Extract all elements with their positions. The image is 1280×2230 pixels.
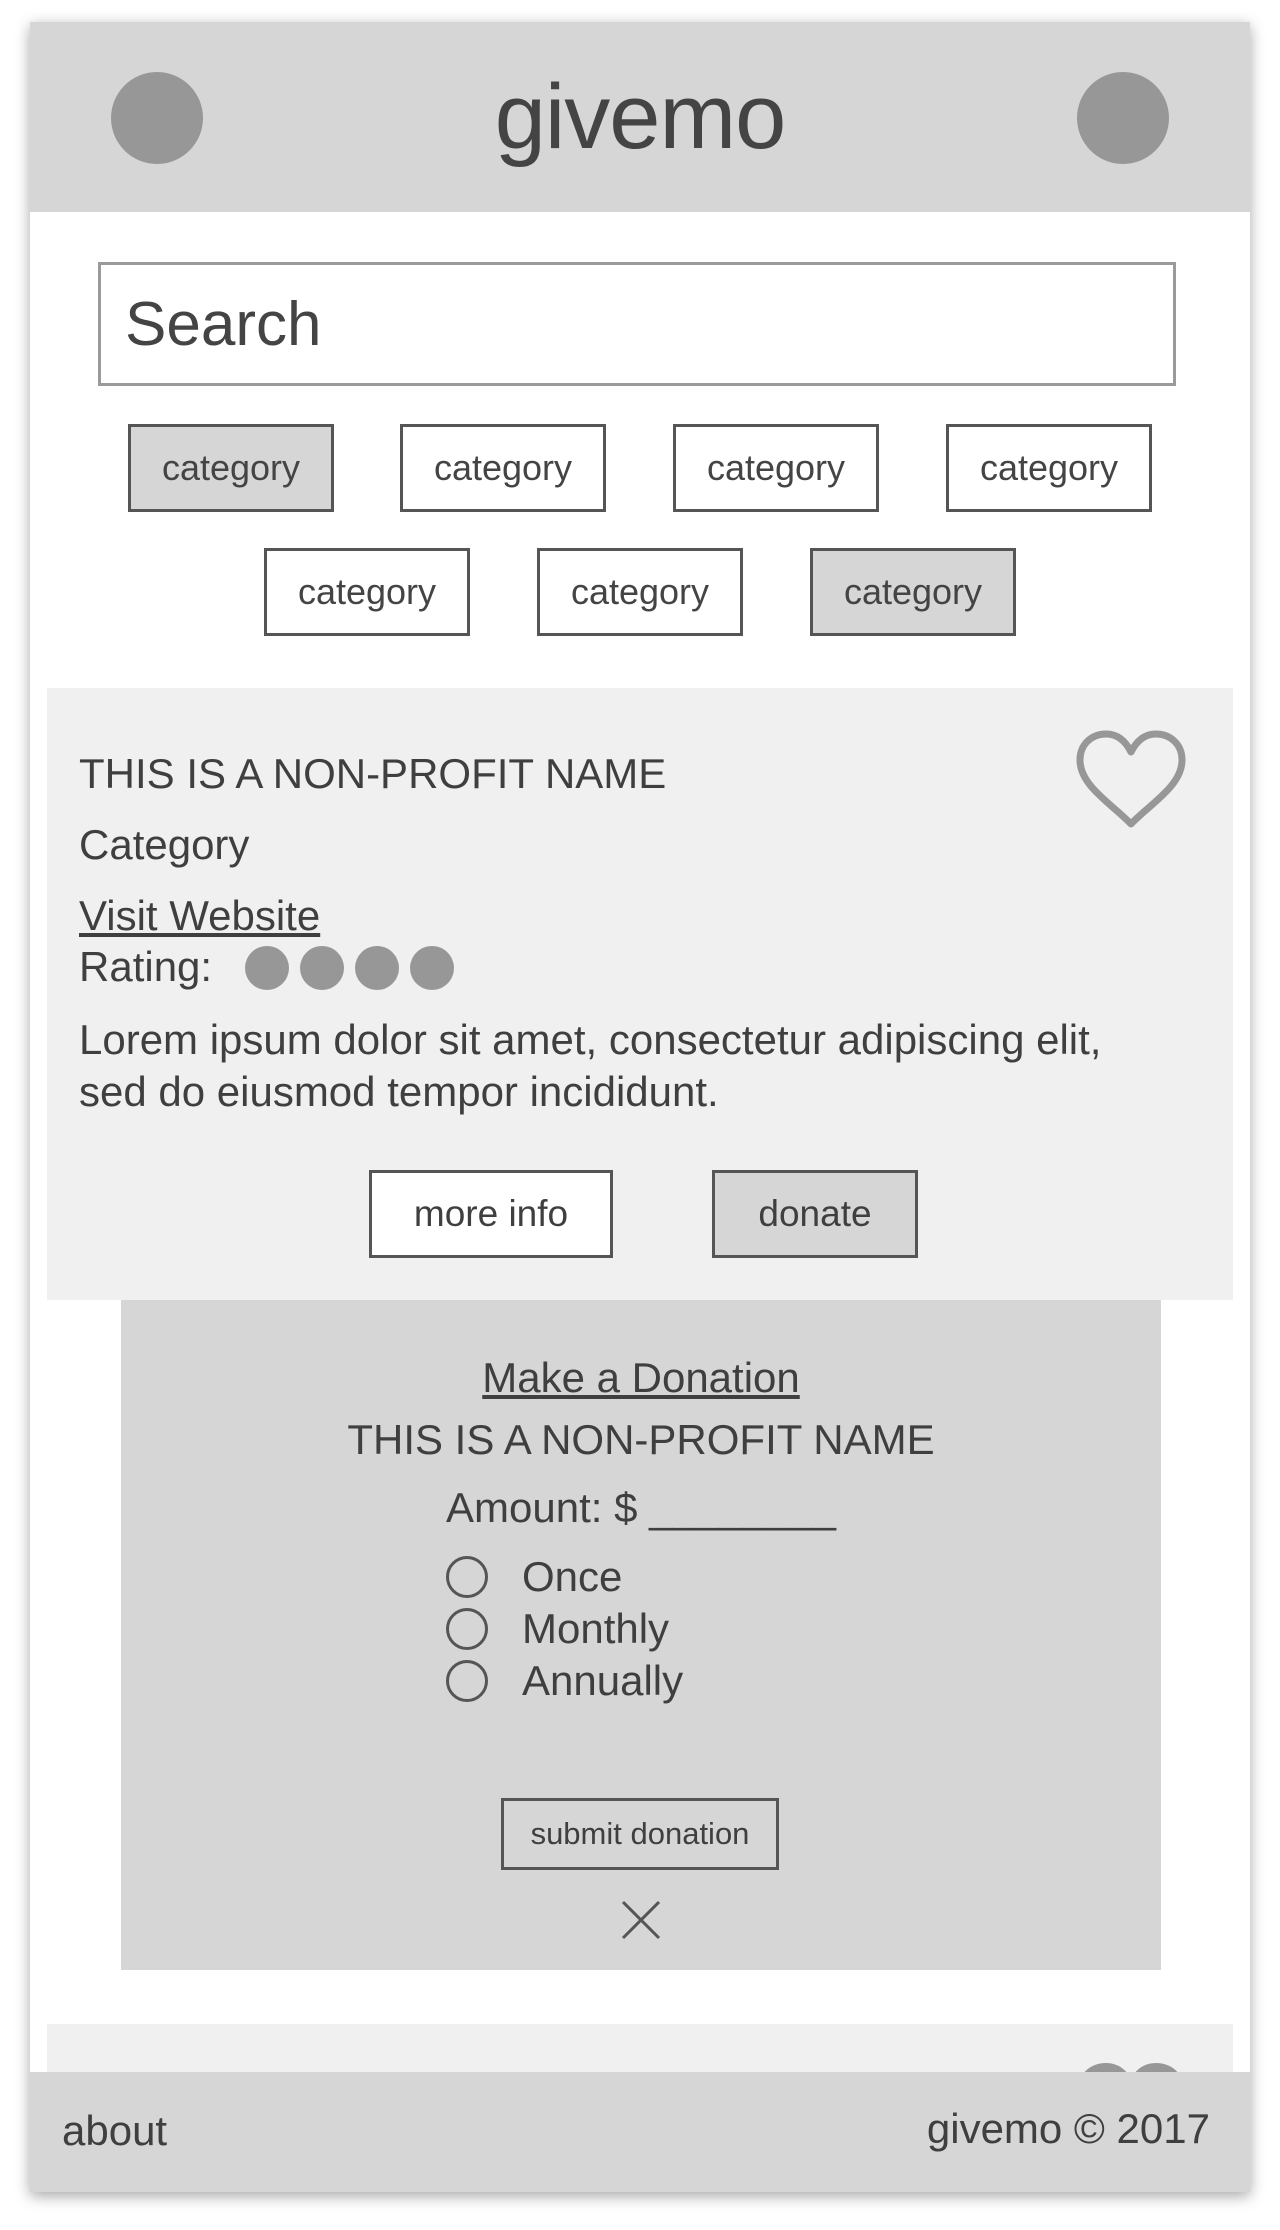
rating-dot bbox=[245, 946, 289, 990]
category-chip[interactable]: category bbox=[810, 548, 1016, 636]
rating-dot bbox=[410, 946, 454, 990]
app-logo: givemo bbox=[494, 66, 787, 168]
radio-label: Monthly bbox=[522, 1605, 670, 1652]
heart-icon[interactable] bbox=[1072, 728, 1190, 832]
nonprofit-category: Category bbox=[79, 821, 250, 868]
app-screen: givemo category category category catego… bbox=[30, 22, 1250, 2192]
category-chip[interactable]: category bbox=[673, 424, 879, 512]
header-bar: givemo bbox=[30, 22, 1250, 212]
donation-panel: Make a Donation THIS IS A NON-PROFIT NAM… bbox=[121, 1300, 1161, 1970]
visit-website-link[interactable]: Visit Website bbox=[79, 890, 320, 942]
footer-bar: about givemo © 2017 bbox=[30, 2072, 1250, 2192]
category-chip[interactable]: category bbox=[537, 548, 743, 636]
profile-button[interactable] bbox=[1077, 72, 1169, 164]
rating-label: Rating: bbox=[79, 943, 213, 990]
more-info-button[interactable]: more info bbox=[369, 1170, 613, 1258]
rating-dot bbox=[355, 946, 399, 990]
nonprofit-name: THIS IS A NON-PROFIT NAME bbox=[79, 750, 667, 797]
submit-donation-button[interactable]: submit donation bbox=[501, 1798, 779, 1870]
rating-dot bbox=[300, 946, 344, 990]
radio-button[interactable] bbox=[446, 1556, 488, 1598]
radio-button[interactable] bbox=[446, 1608, 488, 1650]
category-chip[interactable]: category bbox=[946, 424, 1152, 512]
nonprofit-description: Lorem ipsum dolor sit amet, consectetur … bbox=[79, 1016, 1102, 1115]
radio-label: Once bbox=[522, 1553, 623, 1600]
donation-nonprofit-name: THIS IS A NON-PROFIT NAME bbox=[347, 1416, 935, 1463]
category-chip[interactable]: category bbox=[264, 548, 470, 636]
donate-button[interactable]: donate bbox=[712, 1170, 918, 1258]
about-link[interactable]: about bbox=[62, 2104, 167, 2158]
amount-field[interactable]: Amount: $ ________ bbox=[121, 1482, 1161, 1534]
radio-button[interactable] bbox=[446, 1660, 488, 1702]
donation-title-link[interactable]: Make a Donation bbox=[121, 1352, 1161, 1404]
search-input[interactable] bbox=[98, 262, 1176, 386]
close-icon[interactable] bbox=[619, 1898, 663, 1942]
category-chip[interactable]: category bbox=[400, 424, 606, 512]
nonprofit-card: THIS IS A NON-PROFIT NAME Category Visit… bbox=[47, 688, 1233, 1300]
radio-label: Annually bbox=[522, 1657, 684, 1704]
copyright-text: givemo © 2017 bbox=[926, 2105, 1210, 2152]
category-chip[interactable]: category bbox=[128, 424, 334, 512]
